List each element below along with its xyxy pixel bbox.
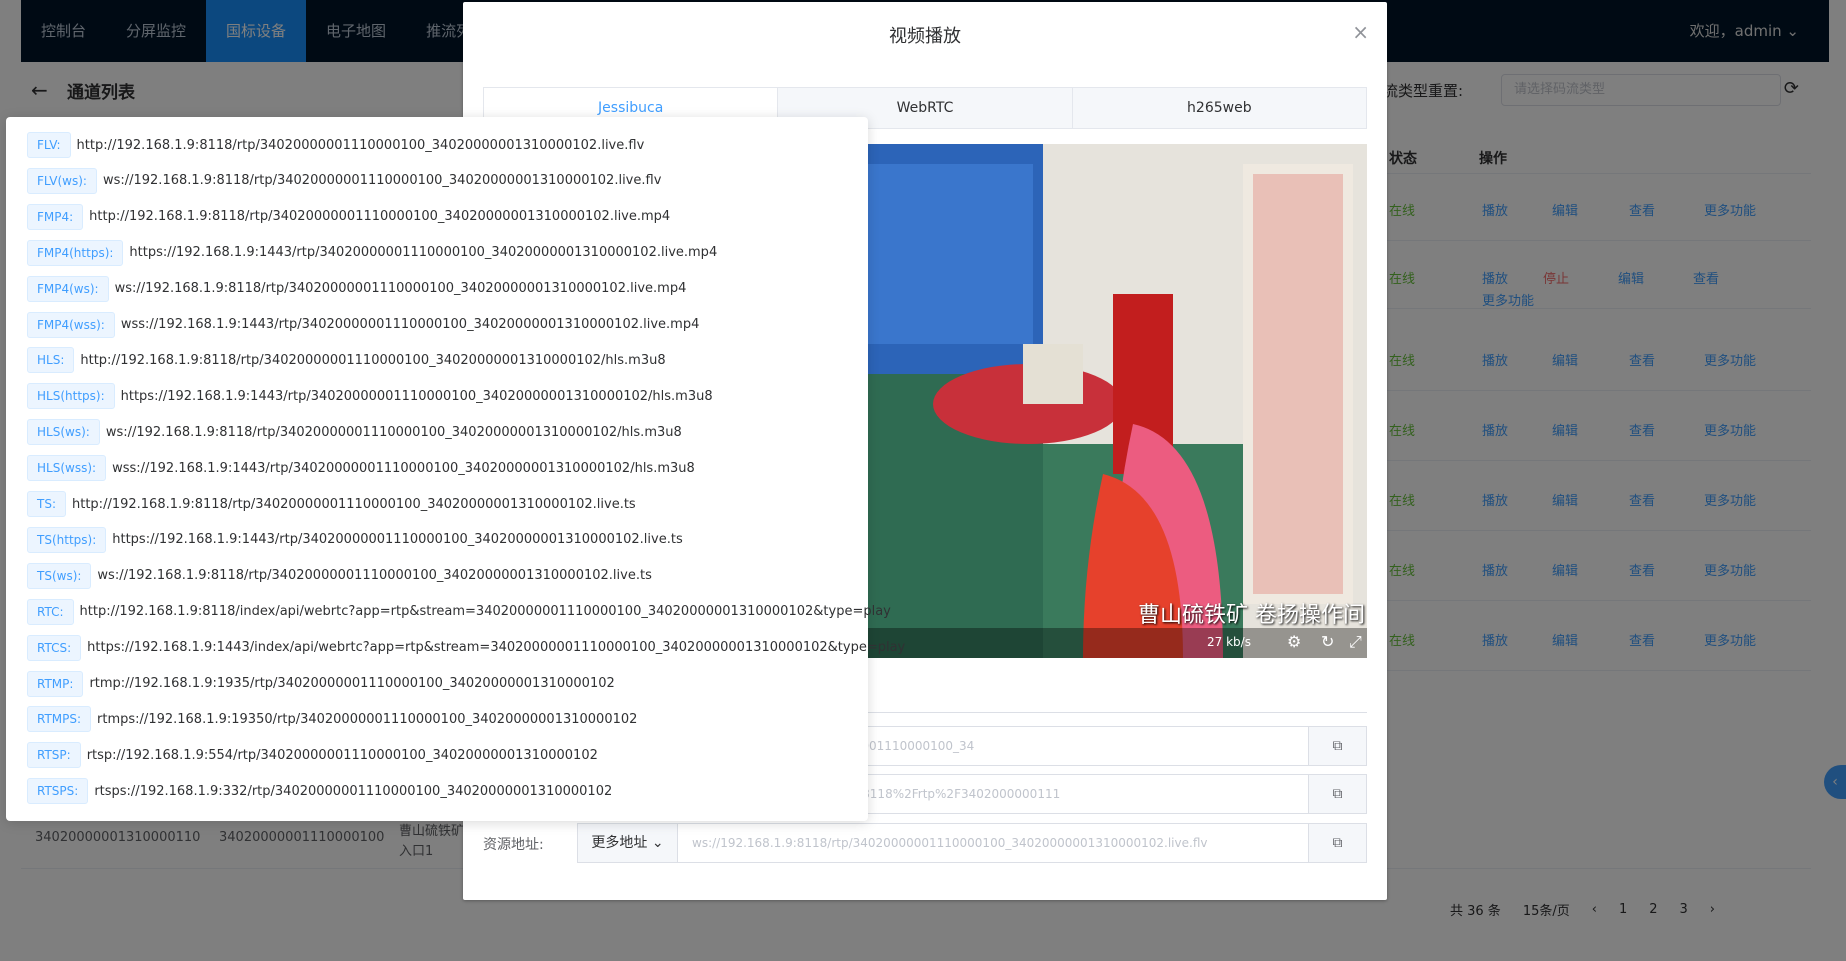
- stream-url-item[interactable]: HLS(wss): wss://192.168.1.9:1443/rtp/3402…: [27, 453, 695, 483]
- stream-url-text: wss://192.168.1.9:1443/rtp/3402000000111…: [120, 317, 700, 332]
- video-osd-text: 曹山硫铁矿 卷扬操作间: [1138, 603, 1365, 628]
- resource-address-row: 资源地址: 更多地址 ⌄ ws://192.168.1.9:8118/rtp/3…: [483, 823, 1367, 863]
- resource-address-input[interactable]: ws://192.168.1.9:8118/rtp/34020000001110…: [677, 823, 1309, 863]
- stream-url-item[interactable]: FMP4(wss): wss://192.168.1.9:1443/rtp/340…: [27, 310, 699, 340]
- stream-url-item[interactable]: TS(ws): ws://192.168.1.9:8118/rtp/3402000…: [27, 561, 652, 591]
- stream-protocol-tag: TS(https):: [27, 526, 107, 553]
- stream-url-text: ws://192.168.1.9:8118/rtp/34020000001110…: [114, 281, 687, 297]
- fullscreen-icon[interactable]: ⤢: [1349, 632, 1362, 652]
- chevron-down-icon: ⌄: [651, 835, 664, 851]
- settings-icon[interactable]: ⚙: [1287, 632, 1301, 651]
- stream-url-item[interactable]: FMP4(https): https://192.168.1.9:1443/rtp…: [27, 238, 717, 268]
- stream-protocol-tag: HLS(https):: [27, 383, 115, 410]
- stream-url-item[interactable]: FLV: http://192.168.1.9:8118/rtp/34020000…: [27, 130, 644, 160]
- stream-url-text: ws://192.168.1.9:8118/rtp/34020000001110…: [102, 173, 662, 189]
- dialog-title: 视频播放: [889, 26, 961, 47]
- stream-url-text: https://192.168.1.9:1443/rtp/34020000001…: [120, 388, 713, 404]
- stream-url-item[interactable]: FMP4: http://192.168.1.9:8118/rtp/3402000…: [27, 202, 670, 232]
- stream-protocol-tag: HLS(wss):: [27, 455, 107, 482]
- stream-protocol-tag: RTSPS:: [27, 778, 89, 805]
- reload-icon[interactable]: ↻: [1321, 632, 1334, 651]
- tab-h265web[interactable]: h265web: [1073, 88, 1366, 128]
- stream-url-item[interactable]: HLS(ws): ws://192.168.1.9:8118/rtp/340200…: [27, 417, 682, 447]
- stream-url-item[interactable]: RTMP: rtmp://192.168.1.9:1935/rtp/3402000…: [27, 669, 615, 699]
- stream-protocol-tag: FMP4:: [27, 203, 84, 230]
- stream-url-text: http://192.168.1.9:8118/index/api/webrtc…: [79, 604, 891, 620]
- stream-url-item[interactable]: RTC: http://192.168.1.9:8118/index/api/we…: [27, 597, 891, 627]
- stream-protocol-tag: HLS(ws):: [27, 419, 100, 446]
- stream-url-item[interactable]: HLS: http://192.168.1.9:8118/rtp/34020000…: [27, 345, 666, 375]
- stream-protocol-tag: FMP4(wss):: [27, 311, 115, 338]
- stream-url-text: https://192.168.1.9:1443/rtp/34020000001…: [112, 532, 683, 548]
- stream-protocol-tag: FMP4(ws):: [27, 275, 109, 302]
- copy-icon[interactable]: ⧉: [1309, 823, 1367, 863]
- stream-url-text: http://192.168.1.9:8118/rtp/340200000011…: [72, 496, 636, 512]
- stream-protocol-tag: RTSP:: [27, 742, 81, 769]
- more-address-label: 更多地址: [591, 835, 648, 851]
- stream-url-item[interactable]: RTSP: rtsp://192.168.1.9:554/rtp/34020000…: [27, 740, 598, 770]
- stream-protocol-tag: FMP4(https):: [27, 239, 124, 266]
- copy-icon[interactable]: ⧉: [1309, 726, 1367, 766]
- stream-protocol-tag: HLS:: [27, 347, 75, 374]
- stream-url-item[interactable]: TS(https): https://192.168.1.9:1443/rtp/3…: [27, 525, 683, 555]
- stream-url-text: ws://192.168.1.9:8118/rtp/34020000001110…: [97, 568, 652, 584]
- stream-protocol-tag: FLV:: [27, 132, 71, 158]
- close-icon[interactable]: ×: [1352, 20, 1369, 44]
- stream-protocol-tag: RTMP:: [27, 670, 84, 697]
- stream-protocol-tag: TS:: [27, 491, 66, 517]
- stream-url-text: https://192.168.1.9:1443/rtp/34020000001…: [129, 245, 718, 261]
- stream-url-text: rtmps://192.168.1.9:19350/rtp/3402000000…: [97, 711, 638, 727]
- resource-address-label: 资源地址:: [483, 837, 544, 853]
- stream-url-item[interactable]: RTMPS: rtmps://192.168.1.9:19350/rtp/3402…: [27, 704, 637, 734]
- stream-url-item[interactable]: HLS(https): https://192.168.1.9:1443/rtp/…: [27, 381, 713, 411]
- stream-protocol-tag: RTCS:: [27, 634, 82, 661]
- stream-url-text: http://192.168.1.9:8118/rtp/340200000011…: [89, 209, 671, 225]
- stream-url-text: rtsp://192.168.1.9:554/rtp/3402000000111…: [86, 747, 598, 763]
- stream-url-text: rtmp://192.168.1.9:1935/rtp/340200000011…: [89, 676, 615, 691]
- stream-url-item[interactable]: RTSPS: rtsps://192.168.1.9:332/rtp/340200…: [27, 776, 612, 806]
- stream-url-item[interactable]: FLV(ws): ws://192.168.1.9:8118/rtp/340200…: [27, 166, 661, 196]
- bitrate-label: 27 kb/s: [1207, 635, 1251, 649]
- stream-url-text: rtsps://192.168.1.9:332/rtp/340200000011…: [94, 783, 613, 799]
- more-address-select[interactable]: 更多地址 ⌄: [577, 823, 677, 863]
- stream-protocol-tag: TS(ws):: [27, 562, 92, 589]
- stream-url-text: ws://192.168.1.9:8118/rtp/34020000001110…: [105, 424, 682, 440]
- stream-url-text: wss://192.168.1.9:1443/rtp/3402000000111…: [112, 460, 695, 476]
- stream-url-item[interactable]: RTCS: https://192.168.1.9:1443/index/api/…: [27, 633, 905, 663]
- stream-protocol-tag: FLV(ws):: [27, 167, 97, 194]
- stream-url-text: http://192.168.1.9:8118/rtp/340200000011…: [76, 137, 645, 153]
- stream-protocol-tag: RTMPS:: [27, 706, 92, 733]
- stream-url-text: http://192.168.1.9:8118/rtp/340200000011…: [80, 352, 666, 368]
- stream-url-item[interactable]: TS: http://192.168.1.9:8118/rtp/340200000…: [27, 489, 636, 519]
- stream-url-text: https://192.168.1.9:1443/index/api/webrt…: [87, 640, 906, 656]
- copy-icon[interactable]: ⧉: [1309, 774, 1367, 814]
- stream-protocol-tag: RTC:: [27, 598, 74, 625]
- stream-url-item[interactable]: FMP4(ws): ws://192.168.1.9:8118/rtp/34020…: [27, 274, 686, 304]
- more-address-dropdown: FLV: http://192.168.1.9:8118/rtp/34020000…: [6, 117, 905, 821]
